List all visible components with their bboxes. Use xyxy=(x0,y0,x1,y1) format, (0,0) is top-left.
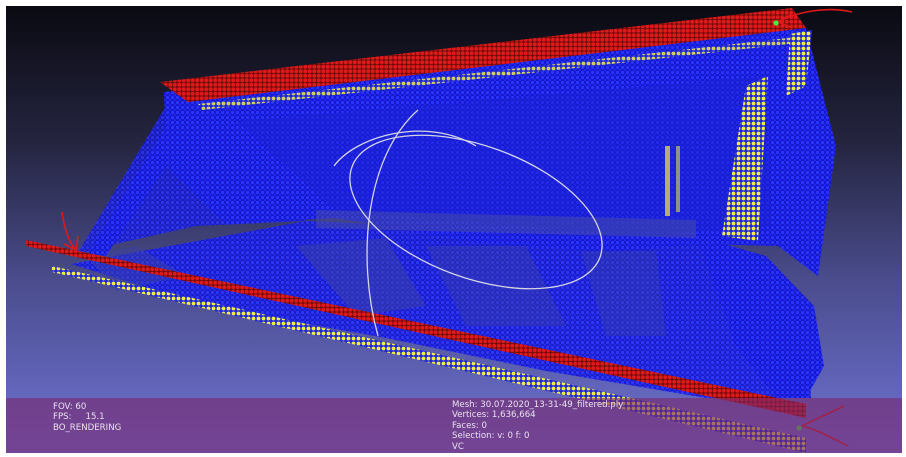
fps-readout: FPS: 15.1 xyxy=(53,412,121,422)
fps-label: FPS: xyxy=(53,412,72,423)
vertex-count-readout: Vertices: 1,636,664 xyxy=(452,410,536,421)
render-info-panel: FOV: 60 FPS: 15.1 BO_RENDERING xyxy=(53,402,121,433)
fov-readout: FOV: 60 xyxy=(53,402,87,412)
fps-value: 15.1 xyxy=(85,412,105,423)
color-mode-readout: VC xyxy=(452,441,464,452)
info-overlay-bar: FOV: 60 FPS: 15.1 BO_RENDERING Mesh: 30.0… xyxy=(6,398,902,453)
face-count-readout: Faces: 0 xyxy=(452,420,488,431)
red-arrow-marker-left xyxy=(61,211,79,251)
mesh-info-panel: Mesh: 30.07.2020_13-31-49_filtered.ply V… xyxy=(452,400,623,452)
3d-viewport[interactable]: FOV: 60 FPS: 15.1 BO_RENDERING Mesh: 30.0… xyxy=(6,6,902,453)
mesh-name-readout: Mesh: 30.07.2020_13-31-49_filtered.ply xyxy=(452,400,624,410)
point-cloud-scene[interactable] xyxy=(6,6,902,453)
selection-readout: Selection: v: 0 f: 0 xyxy=(452,431,530,442)
render-mode-readout: BO_RENDERING xyxy=(53,422,122,433)
